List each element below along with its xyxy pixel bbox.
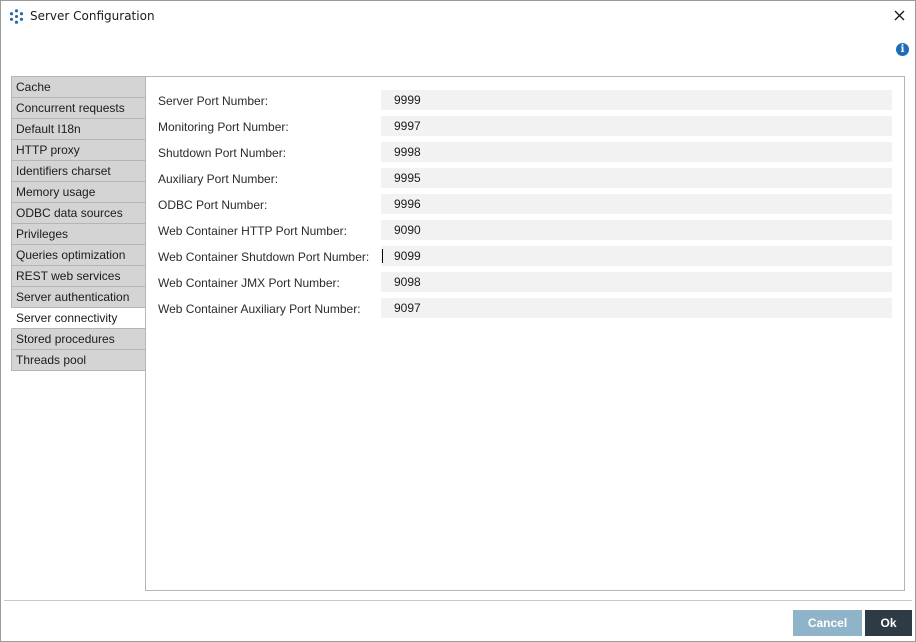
info-icon[interactable]: i (896, 43, 909, 56)
field-label: Monitoring Port Number: (158, 120, 289, 134)
auxiliary-port-number-input[interactable] (381, 168, 892, 188)
web-container-shutdown-port-number-input[interactable] (381, 246, 892, 266)
field-row-monitoring-port-number: Monitoring Port Number: (158, 116, 892, 136)
sidebar-item-default-i18n[interactable]: Default I18n (11, 119, 145, 140)
field-row-server-port-number: Server Port Number: (158, 90, 892, 110)
field-label: Shutdown Port Number: (158, 146, 287, 160)
sidebar-item-odbc-data-sources[interactable]: ODBC data sources (11, 203, 145, 224)
field-label: Web Container JMX Port Number: (158, 276, 340, 290)
shutdown-port-number-input[interactable] (381, 142, 892, 162)
sidebar-item-server-authentication[interactable]: Server authentication (11, 287, 145, 308)
sidebar-item-cache[interactable]: Cache (11, 77, 145, 98)
sidebar-item-memory-usage[interactable]: Memory usage (11, 182, 145, 203)
field-label: Web Container HTTP Port Number: (158, 224, 347, 238)
field-row-web-container-auxiliary-port-number: Web Container Auxiliary Port Number: (158, 298, 892, 318)
field-row-auxiliary-port-number: Auxiliary Port Number: (158, 168, 892, 188)
field-row-odbc-port-number: ODBC Port Number: (158, 194, 892, 214)
close-button[interactable] (889, 4, 911, 26)
field-row-web-container-shutdown-port-number: Web Container Shutdown Port Number: (158, 246, 892, 266)
sidebar-item-queries-optimization[interactable]: Queries optimization (11, 245, 145, 266)
field-label: Web Container Shutdown Port Number: (158, 250, 370, 264)
field-row-web-container-jmx-port-number: Web Container JMX Port Number: (158, 272, 892, 292)
field-label: Auxiliary Port Number: (158, 172, 279, 186)
sidebar-item-rest-web-services[interactable]: REST web services (11, 266, 145, 287)
sidebar-item-identifiers-charset[interactable]: Identifiers charset (11, 161, 145, 182)
ok-button[interactable]: Ok (865, 610, 912, 636)
web-container-auxiliary-port-number-input[interactable] (381, 298, 892, 318)
field-label: Web Container Auxiliary Port Number: (158, 302, 361, 316)
web-container-jmx-port-number-input[interactable] (381, 272, 892, 292)
server-connectivity-panel: Server Port Number: Monitoring Port Numbe… (145, 76, 905, 591)
text-caret (382, 249, 383, 263)
server-port-number-input[interactable] (381, 90, 892, 110)
field-row-shutdown-port-number: Shutdown Port Number: (158, 142, 892, 162)
sidebar-item-server-connectivity[interactable]: Server connectivity (11, 308, 145, 329)
server-configuration-dialog: Server Configuration i Cache Concurrent r… (0, 0, 916, 642)
sidebar-item-privileges[interactable]: Privileges (11, 224, 145, 245)
sidebar-item-concurrent-requests[interactable]: Concurrent requests (11, 98, 145, 119)
settings-category-list: Cache Concurrent requests Default I18n HTTP… (11, 76, 145, 371)
sidebar-item-http-proxy[interactable]: HTTP proxy (11, 140, 145, 161)
sidebar-item-threads-pool[interactable]: Threads pool (11, 350, 145, 371)
close-icon (894, 10, 905, 21)
odbc-port-number-input[interactable] (381, 194, 892, 214)
field-label: Server Port Number: (158, 94, 269, 108)
field-row-web-container-http-port-number: Web Container HTTP Port Number: (158, 220, 892, 240)
footer-divider (4, 600, 912, 601)
web-container-http-port-number-input[interactable] (381, 220, 892, 240)
cancel-button[interactable]: Cancel (793, 610, 862, 636)
sidebar-item-stored-procedures[interactable]: Stored procedures (11, 329, 145, 350)
app-logo-icon (9, 9, 24, 24)
title-bar: Server Configuration (1, 1, 915, 33)
field-label: ODBC Port Number: (158, 198, 268, 212)
monitoring-port-number-input[interactable] (381, 116, 892, 136)
window-title: Server Configuration (30, 9, 155, 23)
